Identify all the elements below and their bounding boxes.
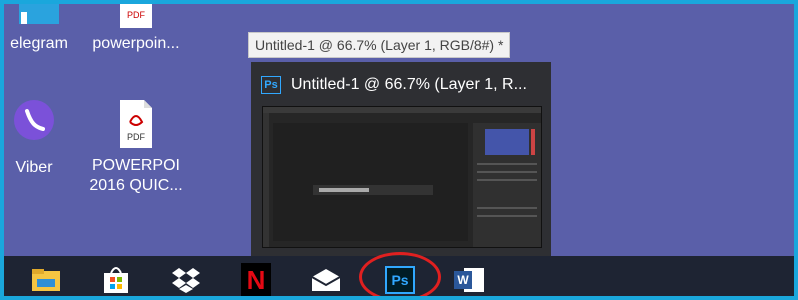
preview-title: Untitled-1 @ 66.7% (Layer 1, R... xyxy=(291,76,527,93)
taskbar-netflix[interactable]: N xyxy=(236,262,276,296)
desktop-icon-powerpoint-2016-pdf[interactable]: PDF POWERPOI 2016 QUIC... xyxy=(86,98,186,196)
preview-header: Ps Untitled-1 @ 66.7% (Layer 1, R... xyxy=(261,74,527,96)
photoshop-icon: Ps xyxy=(261,76,281,94)
highlight-circle xyxy=(359,252,441,296)
taskbar-mail[interactable] xyxy=(306,262,346,296)
desktop-icon-label: elegram xyxy=(10,35,68,52)
desktop-icon-label: 2016 QUIC... xyxy=(89,177,183,194)
svg-text:PDF: PDF xyxy=(127,10,146,20)
file-explorer-icon xyxy=(32,269,60,291)
taskbar-microsoft-store[interactable] xyxy=(96,262,136,296)
desktop-icon-label: Viber xyxy=(15,159,53,176)
taskbar-window-preview[interactable]: Ps Untitled-1 @ 66.7% (Layer 1, R... xyxy=(251,62,551,256)
window-title-tooltip: Untitled-1 @ 66.7% (Layer 1, RGB/8#) * xyxy=(248,32,511,58)
desktop-screen: elegram PDF powerpoin... Viber PDF POWER… xyxy=(0,0,798,300)
photoshop-window-thumbnail[interactable] xyxy=(262,106,542,248)
viber-icon xyxy=(14,100,54,140)
mail-icon xyxy=(311,269,341,291)
taskbar-file-explorer[interactable] xyxy=(26,262,66,296)
dropbox-icon xyxy=(172,268,200,293)
microsoft-store-icon xyxy=(104,267,128,293)
desktop-icon-label: POWERPOI xyxy=(91,157,180,174)
telegram-icon xyxy=(19,4,59,24)
desktop-icon-viber[interactable]: Viber xyxy=(4,98,64,178)
pdf-file-icon: PDF xyxy=(120,4,152,28)
taskbar-dropbox[interactable] xyxy=(166,262,206,296)
desktop-icon-label: powerpoin... xyxy=(92,35,180,52)
pdf-file-icon: PDF xyxy=(120,100,152,148)
word-icon: W xyxy=(454,266,486,294)
desktop-icon-powerpoint-pdf[interactable]: PDF powerpoin... xyxy=(86,4,186,54)
netflix-icon: N xyxy=(241,263,271,296)
taskbar-word[interactable]: W xyxy=(450,262,490,296)
svg-text:PDF: PDF xyxy=(127,132,146,142)
desktop-icon-telegram[interactable]: elegram xyxy=(4,4,74,54)
photoshop-thumbnail-image xyxy=(263,107,541,247)
